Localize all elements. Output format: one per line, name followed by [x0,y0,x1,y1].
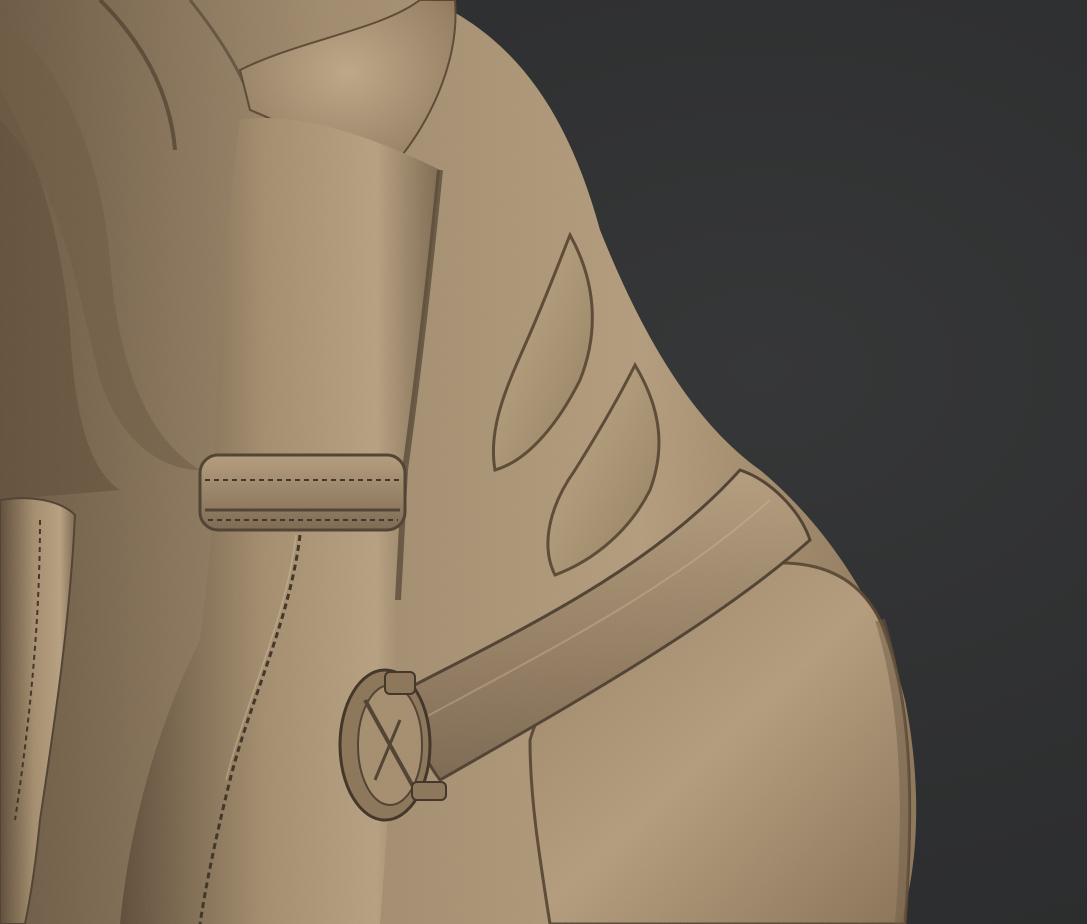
sculpt-viewport [0,0,1087,924]
sculpt-render [0,0,917,924]
leather-grain-overlay [0,0,917,924]
